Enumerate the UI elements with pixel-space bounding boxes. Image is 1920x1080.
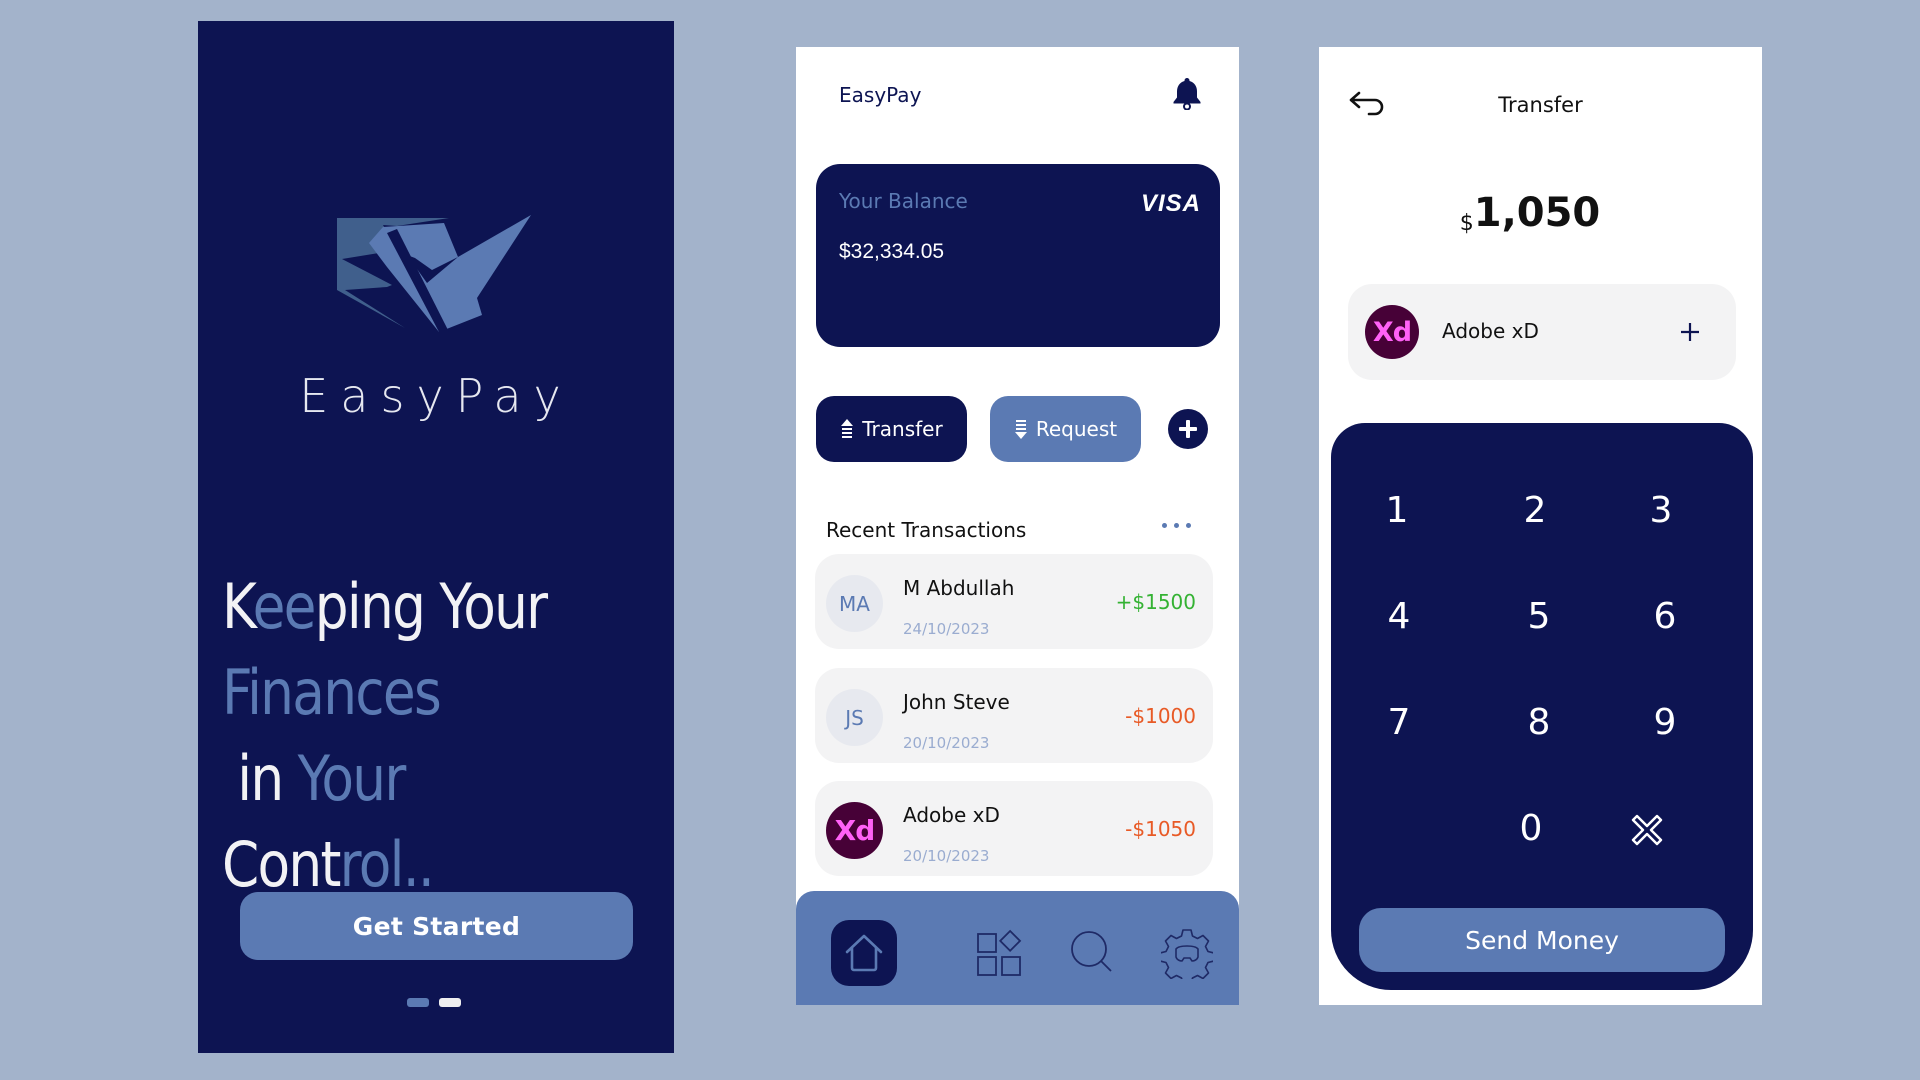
numeric-keypad: 1 2 3 4 5 6 7 8 9 0 Send Money [1331, 423, 1753, 990]
download-arrow-icon [1014, 420, 1027, 439]
visa-logo: VISA [1140, 190, 1201, 217]
app-title: EasyPay [839, 83, 922, 107]
page-title: Transfer [1498, 93, 1583, 117]
key-5[interactable]: 5 [1499, 581, 1579, 651]
tagline-text: K [222, 570, 254, 643]
transaction-name: John Steve [903, 690, 1010, 714]
adobe-xd-logo-icon: Xd [826, 802, 883, 859]
get-started-button[interactable]: Get Started [240, 892, 633, 960]
balance-label: Your Balance [839, 189, 968, 213]
tagline-highlight: rol.. [339, 828, 435, 901]
tagline-highlight: Your [297, 742, 407, 815]
avatar: MA [826, 575, 883, 632]
transaction-name: M Abdullah [903, 576, 1015, 600]
balance-card[interactable]: Your Balance $32,334.05 VISA [816, 164, 1220, 347]
transaction-name: Adobe xD [903, 803, 1000, 827]
transfer-screen: Transfer $1,050 Xd Adobe xD 1 2 3 4 5 6 … [1319, 47, 1762, 1005]
clear-x-icon [1631, 814, 1663, 846]
add-action-button[interactable] [1168, 409, 1208, 449]
key-1[interactable]: 1 [1357, 475, 1437, 545]
amount-value: 1,050 [1473, 190, 1601, 236]
tagline-highlight: ee [252, 570, 317, 643]
recipient-name: Adobe xD [1442, 319, 1539, 343]
transaction-row[interactable]: JS John Steve 20/10/2023 -$1000 [815, 668, 1213, 763]
request-label: Request [1035, 417, 1118, 441]
quick-actions: Transfer Request [816, 396, 1220, 462]
avatar: JS [826, 689, 883, 746]
tagline-highlight: Finances [222, 656, 442, 729]
transaction-date: 20/10/2023 [903, 734, 990, 752]
easypay-logo-icon [337, 215, 531, 332]
transaction-row[interactable]: MA M Abdullah 24/10/2023 +$1500 [815, 554, 1213, 649]
key-6[interactable]: 6 [1625, 581, 1705, 651]
transaction-amount: +$1500 [1115, 590, 1196, 614]
nav-search[interactable] [1060, 920, 1126, 986]
page-dot-active[interactable] [439, 998, 461, 1007]
key-9[interactable]: 9 [1625, 687, 1705, 757]
search-icon [1071, 931, 1112, 972]
tagline-text: ping Your [314, 570, 548, 643]
key-8[interactable]: 8 [1499, 687, 1579, 757]
transfer-label: Transfer [862, 417, 943, 441]
upload-arrow-icon [841, 419, 854, 438]
plus-icon [1681, 323, 1699, 341]
page-indicator [407, 998, 461, 1007]
page-dot[interactable] [407, 998, 429, 1007]
transaction-amount: -$1000 [1125, 704, 1196, 728]
currency-symbol: $ [1459, 211, 1474, 236]
brand-name: EasyPay [299, 369, 573, 423]
transaction-amount: -$1050 [1125, 817, 1196, 841]
key-3[interactable]: 3 [1621, 475, 1701, 545]
add-recipient-button[interactable] [1675, 317, 1705, 347]
key-2[interactable]: 2 [1495, 475, 1575, 545]
key-4[interactable]: 4 [1359, 581, 1439, 651]
recent-transactions-title: Recent Transactions [826, 518, 1027, 542]
bell-icon[interactable] [1172, 76, 1202, 110]
transaction-date: 24/10/2023 [903, 620, 990, 638]
request-button[interactable]: Request [990, 396, 1141, 462]
transfer-amount: $1,050 [1319, 190, 1741, 236]
balance-value: $32,334.05 [839, 240, 945, 263]
key-0[interactable]: 0 [1491, 793, 1571, 863]
more-dots-icon[interactable] [1160, 521, 1193, 530]
settings-gear-icon [1161, 929, 1213, 979]
transaction-row[interactable]: Xd Adobe xD 20/10/2023 -$1050 [815, 781, 1213, 876]
nav-settings[interactable] [1154, 920, 1220, 986]
transfer-button[interactable]: Transfer [816, 396, 967, 462]
bottom-nav [796, 891, 1239, 1005]
home-screen: EasyPay Your Balance $32,334.05 VISA Tra… [796, 47, 1239, 1005]
send-money-button[interactable]: Send Money [1359, 908, 1725, 972]
key-clear[interactable] [1607, 795, 1687, 865]
key-7[interactable]: 7 [1359, 687, 1439, 757]
transaction-date: 20/10/2023 [903, 847, 990, 865]
tagline-line-1: Keeping Your [222, 564, 600, 650]
tagline: Keeping Your Finances in Your Control.. [222, 564, 600, 908]
home-icon [845, 934, 883, 972]
apps-grid-icon [977, 929, 1022, 976]
tagline-text: in [222, 742, 298, 815]
splash-screen: EasyPay Keeping Your Finances in Your Co… [198, 21, 674, 1053]
nav-home[interactable] [831, 920, 897, 986]
nav-apps[interactable] [965, 920, 1031, 986]
tagline-line-2: Finances in Your [222, 650, 600, 822]
tagline-text: Cont [222, 828, 341, 901]
plus-icon [1179, 420, 1197, 438]
recipient-card[interactable]: Xd Adobe xD [1348, 284, 1736, 380]
adobe-xd-logo-icon: Xd [1365, 305, 1419, 359]
